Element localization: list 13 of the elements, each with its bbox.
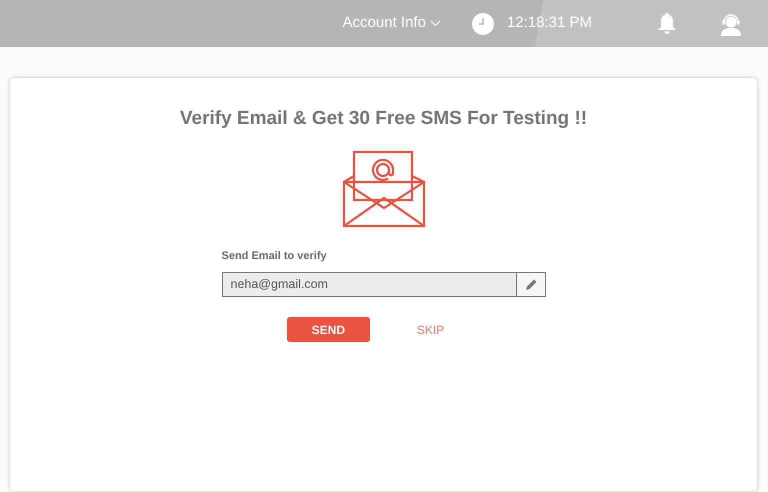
card-title: Verify Email & Get 30 Free SMS For Testing !! bbox=[180, 107, 588, 131]
clock-icon bbox=[472, 12, 494, 34]
skip-link[interactable]: SKIP bbox=[410, 320, 450, 340]
envelope-icon bbox=[342, 150, 426, 228]
support-agent-icon[interactable] bbox=[720, 12, 742, 36]
bell-icon[interactable] bbox=[657, 12, 677, 35]
email-field[interactable]: neha@gmail.com bbox=[222, 272, 546, 297]
pencil-icon[interactable] bbox=[524, 278, 538, 292]
caret-icon[interactable] bbox=[430, 20, 441, 27]
current-time: 12:18:31 PM bbox=[506, 13, 592, 34]
email-label: Send Email to verify bbox=[222, 248, 328, 264]
account-info-menu[interactable]: Account Info bbox=[342, 12, 441, 35]
send-button[interactable]: SEND bbox=[286, 317, 370, 342]
